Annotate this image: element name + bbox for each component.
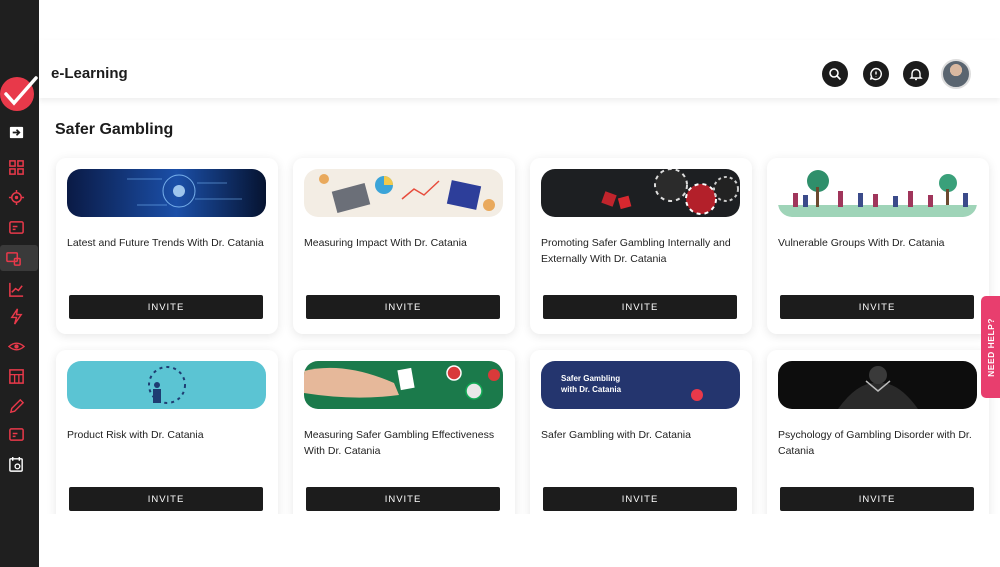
exit-icon[interactable] (5, 121, 27, 143)
chart-icon[interactable] (5, 278, 27, 300)
course-card[interactable]: Vulnerable Groups With Dr. Catania INVIT… (767, 158, 989, 334)
course-thumbnail (304, 169, 503, 217)
chat-icon[interactable] (863, 61, 889, 87)
invite-button[interactable]: INVITE (780, 295, 974, 319)
course-card[interactable]: Product Risk with Dr. Catania INVITE (56, 350, 278, 526)
invite-button[interactable]: INVITE (543, 295, 737, 319)
course-thumbnail: Safer Gambling with Dr. Catania (541, 361, 740, 409)
invite-button[interactable]: INVITE (306, 295, 500, 319)
invite-button[interactable]: INVITE (780, 487, 974, 511)
grid-icon[interactable] (5, 156, 27, 178)
course-thumbnail (304, 361, 503, 409)
calendar-gear-icon[interactable] (5, 453, 27, 475)
course-card[interactable]: Measuring Impact With Dr. Catania INVITE (293, 158, 515, 334)
invite-button[interactable]: INVITE (69, 487, 263, 511)
course-card[interactable]: Measuring Safer Gambling Effectiveness W… (293, 350, 515, 526)
invite-button[interactable]: INVITE (306, 487, 500, 511)
thumbnail-caption: Safer Gambling with Dr. Catania (561, 374, 622, 394)
search-icon[interactable] (822, 61, 848, 87)
page-title: Safer Gambling (55, 121, 174, 138)
need-help-tab[interactable]: NEED HELP? (981, 296, 1000, 398)
invite-button[interactable]: INVITE (543, 487, 737, 511)
course-thumbnail (778, 169, 977, 217)
sidebar (0, 0, 39, 567)
monitor-icon[interactable] (0, 245, 38, 271)
course-title: Measuring Impact With Dr. Catania (304, 237, 467, 249)
top-header: e-Learning (39, 40, 1000, 98)
app-title: e-Learning (51, 65, 128, 82)
table-icon[interactable] (5, 365, 27, 387)
pencil-icon[interactable] (5, 395, 27, 417)
invite-button[interactable]: INVITE (69, 295, 263, 319)
course-title: Safer Gambling with Dr. Catania (541, 429, 691, 441)
course-card[interactable]: Safer Gambling with Dr. Catania Safer Ga… (530, 350, 752, 526)
course-card[interactable]: Psychology of Gambling Disorder with Dr.… (767, 350, 989, 526)
bell-icon[interactable] (903, 61, 929, 87)
gear-icon[interactable] (5, 186, 27, 208)
course-title: Promoting Safer Gambling Internally and … (541, 237, 731, 265)
course-thumbnail (67, 169, 266, 217)
course-card[interactable]: Latest and Future Trends With Dr. Catani… (56, 158, 278, 334)
card-icon[interactable] (5, 216, 27, 238)
course-title: Measuring Safer Gambling Effectiveness W… (304, 429, 495, 457)
course-title: Vulnerable Groups With Dr. Catania (778, 237, 945, 249)
eye-icon[interactable] (5, 335, 27, 357)
bolt-icon[interactable] (5, 305, 27, 327)
course-title: Latest and Future Trends With Dr. Catani… (67, 237, 264, 249)
logo-icon (0, 72, 38, 116)
course-title: Psychology of Gambling Disorder with Dr.… (778, 429, 972, 457)
course-thumbnail (778, 361, 977, 409)
course-thumbnail (67, 361, 266, 409)
heart-logo-icon (691, 389, 703, 401)
course-thumbnail (541, 169, 740, 217)
course-card[interactable]: Promoting Safer Gambling Internally and … (530, 158, 752, 334)
card-icon[interactable] (5, 423, 27, 445)
bottom-edge (39, 514, 1000, 567)
course-title: Product Risk with Dr. Catania (67, 429, 204, 441)
need-help-label: NEED HELP? (985, 317, 996, 377)
avatar[interactable] (941, 59, 971, 89)
